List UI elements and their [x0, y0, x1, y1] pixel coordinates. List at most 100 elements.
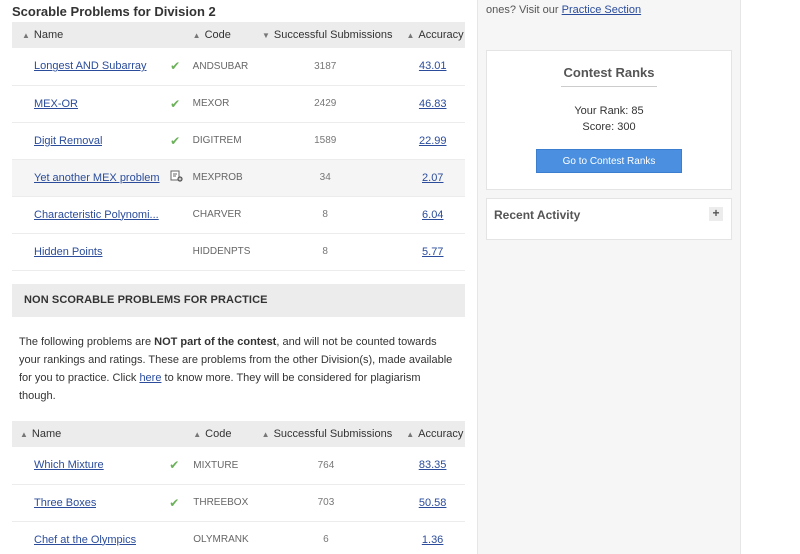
status-cell: ✔︎ [170, 85, 193, 122]
recent-activity-panel: Recent Activity + [486, 198, 732, 240]
check-icon: ✔︎ [170, 59, 181, 74]
problem-name-link[interactable]: Which Mixture [34, 459, 104, 471]
successful-submissions: 8 [322, 209, 328, 220]
accuracy-link[interactable]: 83.35 [419, 459, 447, 471]
accuracy-cell: 5.77 [392, 233, 465, 270]
page-gutter [740, 0, 800, 554]
problem-name-link[interactable]: MEX-OR [34, 98, 78, 110]
problem-code: DIGITREM [192, 135, 242, 146]
table-header-row: ▲︎ Name ▲︎ Code ▼︎ Successful Submissions ▲… [12, 22, 465, 48]
status-cell [170, 196, 193, 233]
problem-code: MIXTURE [193, 459, 239, 471]
problem-name-link[interactable]: Chef at the Olympics [34, 534, 136, 546]
name-column-header[interactable]: ▲︎ Name [12, 22, 170, 48]
contest-ranks-panel: Contest Ranks Your Rank: 85 Score: 300 G… [486, 50, 732, 190]
contest-ranks-title: Contest Ranks [563, 65, 655, 80]
accuracy-cell: 43.01 [392, 48, 465, 85]
go-to-contest-ranks-button[interactable]: Go to Contest Ranks [536, 149, 682, 173]
table-header-row: ▲︎ Name ▲︎ Code ▲︎ Successful Submissions ▲… [12, 421, 465, 447]
accuracy-column-header[interactable]: ▲︎ Accuracy [392, 22, 465, 48]
name-column-header[interactable]: ▲︎ Name [12, 421, 169, 447]
table-row: Three Boxes ✔︎ THREEBOX 703 50.58 [12, 484, 465, 521]
accuracy-cell: 2.07 [392, 159, 465, 196]
accuracy-link[interactable]: 46.83 [419, 98, 447, 110]
status-cell: ✔︎ [169, 447, 193, 484]
practice-section-link[interactable]: Practice Section [562, 4, 641, 16]
scorable-problems-table: ▲︎ Name ▲︎ Code ▼︎ Successful Submissions ▲… [12, 22, 465, 271]
accuracy-link[interactable]: 43.01 [419, 60, 447, 72]
problem-code: HIDDENPTS [192, 246, 251, 257]
status-cell [170, 233, 193, 270]
recent-activity-title: Recent Activity [494, 208, 581, 222]
problem-code: OLYMRANK [193, 534, 249, 545]
table-row: Longest AND Subarray ✔︎ ANDSUBAR 3187 43.01 [12, 48, 465, 85]
practice-note: ones? Visit our Practice Section [486, 4, 642, 16]
sort-icon: ▲︎ [193, 430, 202, 439]
nonscorable-description: The following problems are NOT part of t… [19, 336, 453, 402]
accuracy-link[interactable]: 2.07 [422, 172, 443, 184]
sort-icon: ▲︎ [261, 430, 270, 439]
problem-name-link[interactable]: Hidden Points [34, 246, 103, 258]
sort-icon: ▲︎ [406, 430, 415, 439]
subs-column-header[interactable]: ▼︎ Successful Submissions [258, 22, 393, 48]
check-icon: ✔︎ [169, 495, 180, 510]
table-row: Yet another MEX problem MEXPROB 34 2.07 [12, 159, 465, 196]
problem-name-link[interactable]: Three Boxes [34, 497, 96, 509]
status-cell: ✔︎ [170, 48, 193, 85]
successful-submissions: 6 [323, 534, 329, 545]
sidebar: ones? Visit our Practice Section Contest… [478, 0, 740, 554]
table-row: Characteristic Polynomi... CHARVER 8 6.04 [12, 196, 465, 233]
successful-submissions: 34 [319, 172, 331, 183]
problem-name-link[interactable]: Yet another MEX problem [34, 172, 160, 184]
successful-submissions: 764 [317, 459, 335, 471]
accuracy-link[interactable]: 5.77 [422, 246, 443, 258]
problem-name-link[interactable]: Longest AND Subarray [34, 60, 147, 72]
table-row: MEX-OR ✔︎ MEXOR 2429 46.83 [12, 85, 465, 122]
accuracy-link[interactable]: 1.36 [422, 534, 443, 546]
code-column-header[interactable]: ▲︎ Code [193, 22, 258, 48]
status-cell [170, 159, 193, 196]
check-icon: ✔︎ [169, 458, 180, 473]
accuracy-cell: 22.99 [392, 122, 465, 159]
code-column-header[interactable]: ▲︎ Code [193, 421, 259, 447]
problem-name-link[interactable]: Characteristic Polynomi... [34, 209, 159, 221]
nonscorable-section-title: NON SCORABLE PROBLEMS FOR PRACTICE [12, 284, 465, 317]
accuracy-cell: 50.58 [392, 484, 465, 521]
score: Score: 300 [582, 121, 636, 133]
successful-submissions: 703 [317, 497, 335, 508]
accuracy-link[interactable]: 50.58 [419, 497, 447, 509]
successful-submissions: 2429 [314, 98, 337, 109]
plus-icon[interactable]: + [709, 207, 723, 221]
scorable-section-title: Scorable Problems for Division 2 [12, 4, 216, 19]
status-cell [169, 521, 193, 554]
accuracy-cell: 83.35 [392, 447, 465, 484]
successful-submissions: 8 [322, 246, 328, 257]
successful-submissions: 3187 [314, 60, 337, 72]
table-row: Which Mixture ✔︎ MIXTURE 764 83.35 [12, 447, 465, 484]
accuracy-cell: 46.83 [392, 85, 465, 122]
check-icon: ✔︎ [170, 96, 181, 111]
status-cell: ✔︎ [169, 484, 193, 521]
problem-name-link[interactable]: Digit Removal [34, 135, 102, 147]
status-cell: ✔︎ [170, 122, 193, 159]
your-rank: Your Rank: 85 [574, 105, 644, 117]
accuracy-cell: 6.04 [392, 196, 465, 233]
status-column-header [169, 421, 193, 447]
table-row: Hidden Points HIDDENPTS 8 5.77 [12, 233, 465, 270]
successful-submissions: 1589 [314, 135, 337, 146]
accuracy-link[interactable]: 22.99 [419, 135, 447, 147]
accuracy-cell: 1.36 [392, 521, 465, 554]
here-link[interactable]: here [139, 372, 161, 384]
sort-desc-icon: ▼︎ [261, 31, 270, 40]
sort-icon: ▲︎ [20, 430, 28, 439]
table-row: Digit Removal ✔︎ DIGITREM 1589 22.99 [12, 122, 465, 159]
status-column-header [170, 22, 193, 48]
problem-code: ANDSUBAR [192, 60, 249, 72]
accuracy-link[interactable]: 6.04 [422, 209, 443, 221]
table-row: Chef at the Olympics OLYMRANK 6 1.36 [12, 521, 465, 554]
problem-code: MEXOR [192, 98, 230, 109]
sort-icon: ▲︎ [22, 31, 30, 40]
sort-icon: ▲︎ [406, 31, 415, 40]
accuracy-column-header[interactable]: ▲︎ Accuracy [392, 421, 465, 447]
subs-column-header[interactable]: ▲︎ Successful Submissions [260, 421, 393, 447]
